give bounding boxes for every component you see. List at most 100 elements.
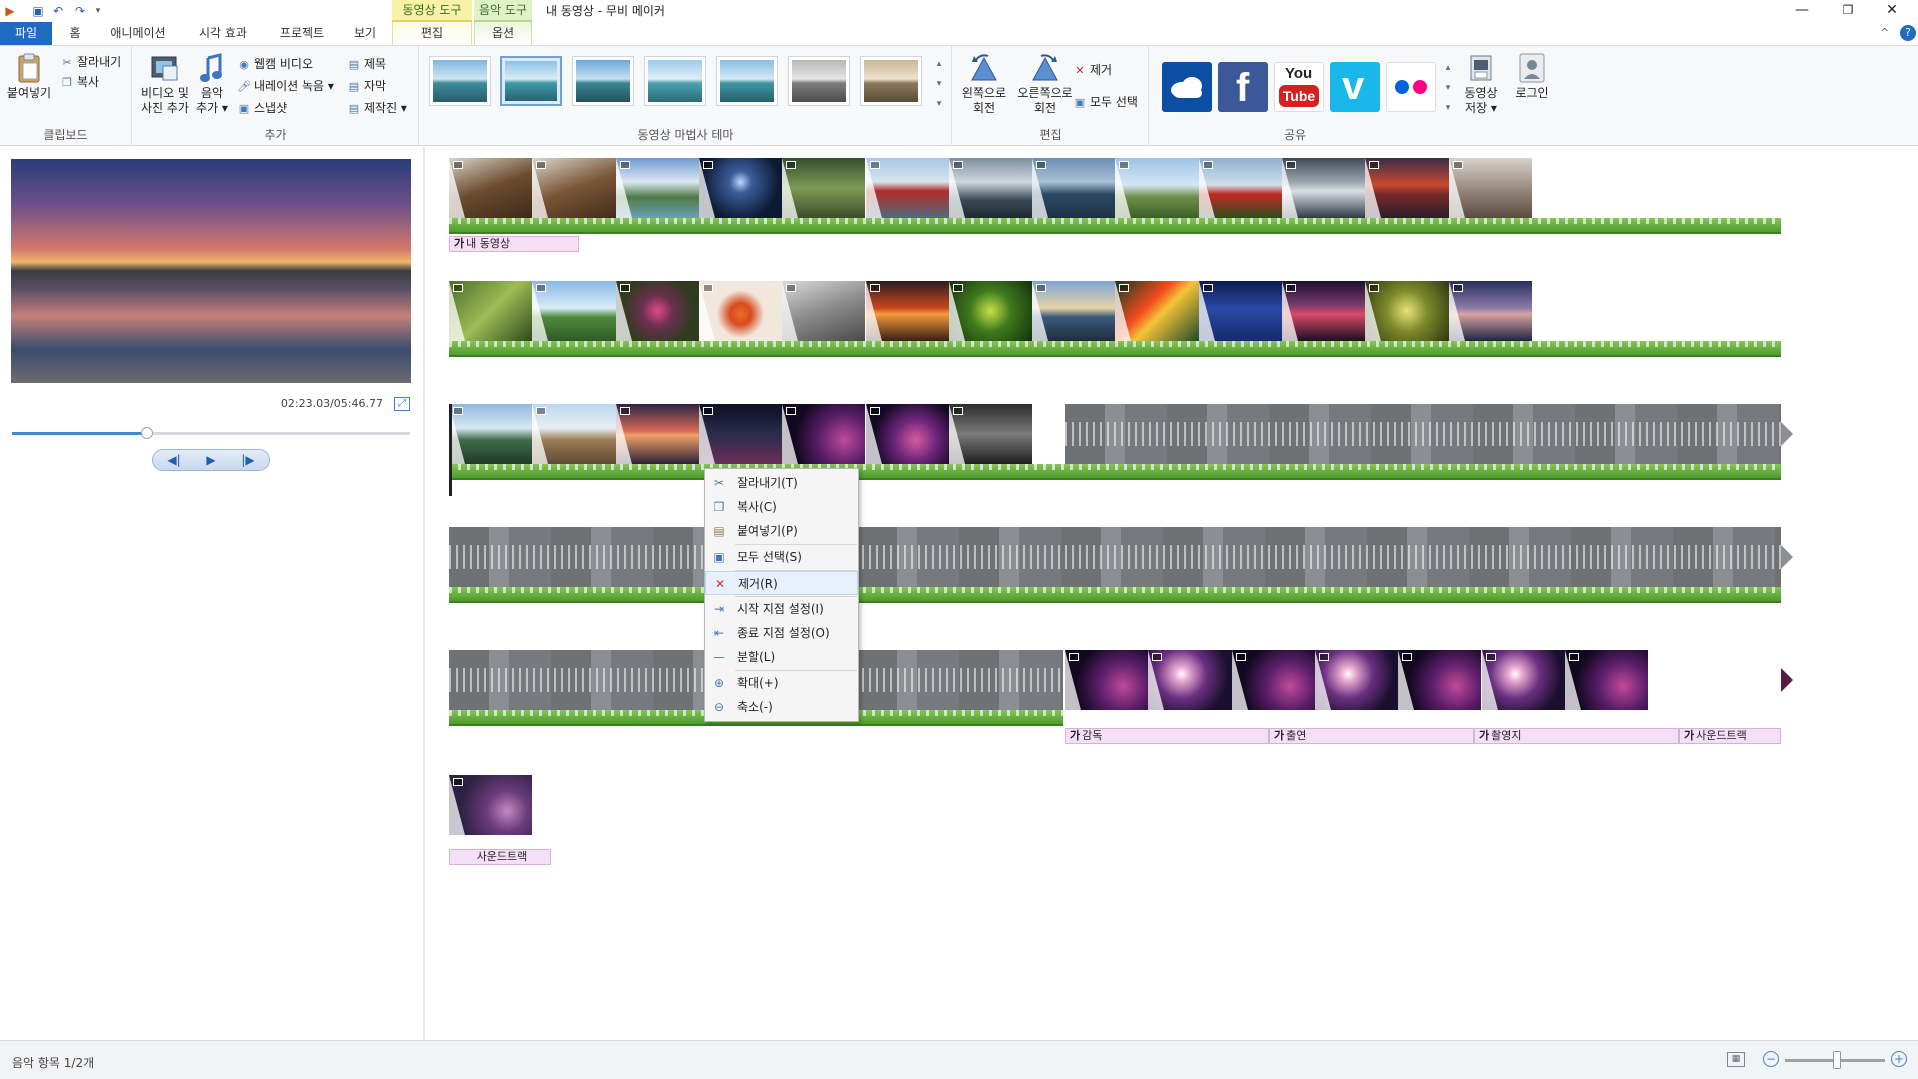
remove-button[interactable]: ✕ 제거 <box>1073 60 1112 80</box>
customize-qat-icon[interactable]: ▾ <box>90 3 106 19</box>
clip-thumbnail[interactable] <box>698 281 783 341</box>
tab-edit[interactable]: 편집 <box>392 22 472 45</box>
video-preview[interactable] <box>11 159 411 383</box>
clip-thumbnail[interactable] <box>1398 650 1482 710</box>
clip-thumbnail[interactable] <box>865 404 949 464</box>
theme-fade[interactable] <box>572 56 634 106</box>
theme-cinematic[interactable] <box>716 56 778 106</box>
next-frame-icon[interactable]: |▶ <box>235 452 261 468</box>
theme-black-white[interactable] <box>788 56 850 106</box>
rotate-right-button[interactable]: 오른쪽으로 회전 <box>1013 52 1077 116</box>
tab-options[interactable]: 옵션 <box>474 22 532 45</box>
menu-item-set-end[interactable]: ⇤ 종료 지점 설정(O) <box>705 621 858 645</box>
menu-item-paste[interactable]: ▤ 붙여넣기(P) <box>705 519 858 543</box>
audio-track[interactable] <box>449 464 1781 480</box>
webcam-video-button[interactable]: ◉ 웹캠 비디오 <box>237 54 313 74</box>
clip-thumbnail[interactable] <box>449 775 533 835</box>
caption-tag[interactable]: 가내 동영상 <box>449 236 579 252</box>
play-icon[interactable]: ▶ <box>198 452 224 468</box>
menu-item-select-all[interactable]: ▣ 모두 선택(S) <box>705 545 858 569</box>
clip-thumbnail[interactable] <box>1481 650 1565 710</box>
storyboard-timeline[interactable]: 가내 동영상 가 감독 가 출연 가 촬영지 가 사운드트랙 사운드트랙 <box>427 147 1918 1040</box>
clip-thumbnail[interactable] <box>782 158 866 218</box>
theme-contemporary[interactable] <box>500 56 562 106</box>
add-video-photo-button[interactable]: 비디오 및 사진 추가 <box>137 52 193 116</box>
tab-project[interactable]: 프로젝트 <box>270 22 334 45</box>
tab-file[interactable]: 파일 <box>0 22 52 45</box>
clip-thumbnail[interactable] <box>1115 158 1199 218</box>
vimeo-button[interactable]: v <box>1330 62 1380 112</box>
add-music-button[interactable]: 음악 추가 ▾ <box>195 52 229 116</box>
tab-view[interactable]: 보기 <box>346 22 384 45</box>
clip-thumbnail[interactable] <box>1231 650 1315 710</box>
clip-thumbnail[interactable] <box>782 404 866 464</box>
clip-thumbnail[interactable] <box>449 404 533 464</box>
seek-thumb[interactable] <box>141 427 154 439</box>
clip-thumbnail[interactable] <box>948 404 1033 464</box>
snapshot-button[interactable]: ▣ 스냅샷 <box>237 98 287 118</box>
seek-bar[interactable] <box>12 427 410 439</box>
menu-item-cut[interactable]: ✂ 잘라내기(T) <box>705 471 858 495</box>
clip-thumbnail[interactable] <box>948 281 1033 341</box>
caption-tag[interactable]: 가 사운드트랙 <box>1679 728 1781 744</box>
undo-icon[interactable]: ↶ <box>50 3 66 19</box>
record-narration-button[interactable]: 🎤︎ 내레이션 녹음 ▾ <box>237 76 334 96</box>
clip-thumbnail[interactable] <box>1198 158 1282 218</box>
clip-thumbnail[interactable] <box>1314 650 1399 710</box>
clip-thumbnail[interactable] <box>1148 650 1232 710</box>
share-scroll[interactable]: ▴ ▾ ▾ <box>1441 58 1455 118</box>
clip-thumbnail[interactable] <box>698 404 783 464</box>
youtube-button[interactable]: You Tube <box>1274 62 1324 112</box>
theme-default[interactable] <box>429 56 491 106</box>
collapse-ribbon-icon[interactable]: ^ <box>1880 26 1889 39</box>
audio-track[interactable] <box>449 218 1781 234</box>
title-button[interactable]: ▤ 제목 <box>347 54 386 74</box>
caption-button[interactable]: ▤ 자막 <box>347 76 386 96</box>
caption-tag[interactable]: 가 출연 <box>1269 728 1474 744</box>
themes-scroll[interactable]: ▴ ▾ ▾ <box>932 54 946 114</box>
clip-thumbnail[interactable] <box>532 404 616 464</box>
tab-home[interactable]: 홈 <box>62 22 88 45</box>
menu-item-set-start[interactable]: ⇥ 시작 지점 설정(I) <box>705 597 858 621</box>
clip-thumbnail[interactable] <box>449 158 533 218</box>
fullscreen-icon[interactable]: ⤢ <box>394 397 410 411</box>
save-movie-button[interactable]: 동영상 저장 ▾ <box>1456 52 1506 116</box>
tab-visual-effects[interactable]: 시각 효과 <box>188 22 258 45</box>
clip-thumbnail[interactable] <box>615 281 699 341</box>
menu-item-zoom-in[interactable]: ⊕ 확대(+) <box>705 671 858 695</box>
clip-thumbnail[interactable] <box>1032 158 1116 218</box>
caption-tag[interactable]: 사운드트랙 <box>449 849 551 865</box>
select-all-button[interactable]: ▣ 모두 선택 <box>1073 92 1138 112</box>
playhead[interactable] <box>449 404 452 496</box>
clip-thumbnail[interactable] <box>1365 281 1449 341</box>
paste-button[interactable]: 붙여넣기 <box>4 52 54 101</box>
caption-tag[interactable]: 가 감독 <box>1065 728 1269 744</box>
zoom-out-icon[interactable]: − <box>1763 1051 1779 1067</box>
close-button[interactable]: ✕ <box>1870 0 1914 22</box>
clip-thumbnail[interactable] <box>865 281 949 341</box>
scroll-up-icon[interactable]: ▴ <box>1446 63 1451 73</box>
flickr-button[interactable] <box>1386 62 1436 112</box>
clip-thumbnail[interactable] <box>615 404 699 464</box>
clip-thumbnail[interactable] <box>615 158 699 218</box>
menu-item-zoom-out[interactable]: ⊖ 축소(-) <box>705 695 858 719</box>
theme-pan-zoom[interactable] <box>644 56 706 106</box>
clip-thumbnail[interactable] <box>1065 650 1149 710</box>
onedrive-button[interactable] <box>1162 62 1212 112</box>
caption-tag[interactable]: 가 촬영지 <box>1474 728 1679 744</box>
tab-animation[interactable]: 애니메이션 <box>100 22 176 45</box>
clip-thumbnail[interactable] <box>1365 158 1449 218</box>
restore-button[interactable]: ❐ <box>1826 0 1870 22</box>
zoom-in-icon[interactable]: + <box>1891 1051 1907 1067</box>
clip-thumbnail[interactable] <box>532 158 616 218</box>
clip-thumbnail[interactable] <box>1282 158 1366 218</box>
clip-thumbnail[interactable] <box>1448 281 1532 341</box>
save-icon[interactable]: ▣ <box>30 3 46 19</box>
clip-thumbnail[interactable] <box>1282 281 1366 341</box>
menu-item-split[interactable]: — 분할(L) <box>705 645 858 669</box>
clip-thumbnail[interactable] <box>865 158 949 218</box>
credits-button[interactable]: ▤ 제작진 ▾ <box>347 98 407 118</box>
clip-thumbnail[interactable] <box>782 281 866 341</box>
zoom-thumb[interactable] <box>1833 1051 1841 1069</box>
minimize-button[interactable]: — <box>1780 0 1824 22</box>
